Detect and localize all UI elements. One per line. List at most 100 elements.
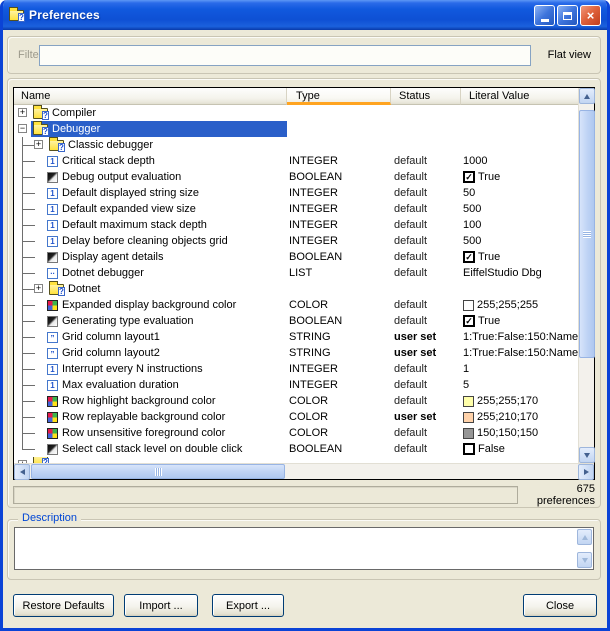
- type-icon: 1: [47, 364, 58, 375]
- row-label[interactable]: Default maximum stack depth: [62, 219, 207, 231]
- row-label[interactable]: Row highlight background color: [62, 395, 215, 407]
- row-label[interactable]: Grid column layout1: [62, 331, 160, 343]
- color-swatch: [463, 300, 474, 311]
- value-checkbox[interactable]: ✓: [463, 171, 475, 183]
- row-label[interactable]: Dotnet: [68, 283, 100, 295]
- cell-type: LIST: [287, 265, 391, 281]
- description-scroll-up-button[interactable]: [577, 529, 592, 545]
- tree-expander[interactable]: +: [34, 140, 43, 149]
- table-row[interactable]: Generating type evaluation BOOLEAN defau…: [14, 313, 578, 329]
- table-row[interactable]: + ? Dotnet: [14, 281, 578, 297]
- vertical-scrollbar[interactable]: [578, 88, 594, 463]
- value-checkbox[interactable]: [463, 443, 475, 455]
- table-row[interactable]: Row replayable background color COLOR us…: [14, 409, 578, 425]
- table-row[interactable]: Row highlight background color COLOR def…: [14, 393, 578, 409]
- row-label[interactable]: Debug output evaluation: [62, 171, 181, 183]
- description-scroll-down-button[interactable]: [577, 552, 592, 568]
- scroll-down-button[interactable]: [579, 447, 595, 463]
- vertical-scroll-thumb[interactable]: [579, 110, 595, 358]
- table-row[interactable]: 1 Default maximum stack depth INTEGER de…: [14, 217, 578, 233]
- row-label[interactable]: Delay before cleaning objects grid: [62, 235, 228, 247]
- close-dialog-button[interactable]: Close: [523, 594, 597, 617]
- row-label[interactable]: Classic debugger: [68, 139, 153, 151]
- table-row[interactable]: Select call stack level on double click …: [14, 441, 578, 457]
- column-header-literal-value[interactable]: Literal Value: [461, 88, 578, 105]
- description-scrollbar[interactable]: [576, 528, 593, 569]
- value-checkbox[interactable]: ✓: [463, 251, 475, 263]
- table-row[interactable]: 1 Interrupt every N instructions INTEGER…: [14, 361, 578, 377]
- table-row[interactable]: 1 Default expanded view size INTEGER def…: [14, 201, 578, 217]
- vertical-scroll-track[interactable]: [579, 104, 594, 447]
- horizontal-scroll-thumb[interactable]: [31, 464, 285, 479]
- table-row[interactable]: .. Dotnet debugger LIST default EiffelSt…: [14, 265, 578, 281]
- row-label[interactable]: Default displayed string size: [62, 187, 199, 199]
- scroll-left-button[interactable]: [14, 464, 30, 480]
- row-label[interactable]: Debugger: [52, 123, 100, 135]
- column-header-status[interactable]: Status: [391, 88, 461, 105]
- row-label[interactable]: Expanded display background color: [62, 299, 236, 311]
- grid-body: + ? Compiler − ? Debugger + ? Classic de…: [14, 105, 578, 463]
- column-header-type[interactable]: Type: [287, 88, 391, 105]
- row-label[interactable]: Dotnet debugger: [62, 267, 144, 279]
- table-row[interactable]: Debug output evaluation BOOLEAN default …: [14, 169, 578, 185]
- tree-expander[interactable]: +: [18, 108, 27, 117]
- row-main: 1 Interrupt every N instructions: [45, 361, 206, 377]
- row-main: ” Grid column layout1: [45, 329, 163, 345]
- table-row[interactable]: ” Grid column layout1 STRING user set 1:…: [14, 329, 578, 345]
- row-label[interactable]: Grid column layout2: [62, 347, 160, 359]
- scroll-up-button[interactable]: [579, 88, 595, 104]
- row-label[interactable]: Critical stack depth: [62, 155, 155, 167]
- description-textarea[interactable]: [14, 527, 594, 570]
- type-icon: [47, 444, 58, 455]
- table-row[interactable]: Expanded display background color COLOR …: [14, 297, 578, 313]
- restore-defaults-button[interactable]: Restore Defaults: [13, 594, 114, 617]
- value-text: 5: [463, 379, 469, 391]
- table-row[interactable]: − ? Debugger: [14, 121, 578, 137]
- import-button[interactable]: Import ...: [124, 594, 198, 617]
- table-row[interactable]: Display agent details BOOLEAN default ✓T…: [14, 249, 578, 265]
- cell-status: user set: [391, 329, 461, 345]
- tree-expander[interactable]: −: [18, 124, 27, 133]
- name-cell: 1 Default expanded view size: [14, 201, 287, 217]
- row-label[interactable]: Default expanded view size: [62, 203, 196, 215]
- type-icon: [47, 172, 58, 183]
- row-label[interactable]: Generating type evaluation: [62, 315, 193, 327]
- table-row[interactable]: 1 Default displayed string size INTEGER …: [14, 185, 578, 201]
- cell-status: default: [391, 377, 461, 393]
- row-label[interactable]: Display agent details: [62, 251, 164, 263]
- table-row[interactable]: ” Grid column layout2 STRING user set 1:…: [14, 345, 578, 361]
- table-row[interactable]: Row unsensitive foreground color COLOR d…: [14, 425, 578, 441]
- export-button[interactable]: Export ...: [212, 594, 284, 617]
- horizontal-scroll-track[interactable]: [30, 464, 578, 479]
- horizontal-scrollbar[interactable]: [14, 463, 594, 479]
- row-label[interactable]: Row replayable background color: [62, 411, 225, 423]
- cell-status: default: [391, 265, 461, 281]
- table-row[interactable]: 1 Delay before cleaning objects grid INT…: [14, 233, 578, 249]
- type-icon: 1: [47, 236, 58, 247]
- flat-view-button[interactable]: Flat view: [548, 49, 591, 61]
- type-icon: [47, 428, 58, 439]
- value-text: True: [478, 171, 500, 183]
- column-header-name[interactable]: Name: [14, 88, 287, 105]
- close-button[interactable]: ×: [580, 5, 601, 26]
- tree-expander[interactable]: +: [18, 460, 27, 463]
- type-icon: ?: [33, 108, 48, 119]
- row-label[interactable]: Interrupt every N instructions: [62, 363, 203, 375]
- type-icon: 1: [47, 380, 58, 391]
- value-checkbox[interactable]: ✓: [463, 315, 475, 327]
- maximize-button[interactable]: [557, 5, 578, 26]
- table-row[interactable]: + ? Compiler: [14, 105, 578, 121]
- cell-value: [461, 121, 578, 137]
- table-row[interactable]: 1 Max evaluation duration INTEGER defaul…: [14, 377, 578, 393]
- minimize-button[interactable]: [534, 5, 555, 26]
- table-row[interactable]: 1 Critical stack depth INTEGER default 1…: [14, 153, 578, 169]
- tree-expander[interactable]: +: [34, 284, 43, 293]
- titlebar[interactable]: ? Preferences ×: [3, 0, 607, 30]
- table-row[interactable]: + ? Classic debugger: [14, 137, 578, 153]
- filter-input[interactable]: [39, 45, 531, 66]
- row-label[interactable]: Max evaluation duration: [62, 379, 179, 391]
- row-label[interactable]: Select call stack level on double click: [62, 443, 242, 455]
- row-label[interactable]: Compiler: [52, 107, 96, 119]
- row-label[interactable]: Row unsensitive foreground color: [62, 427, 225, 439]
- scroll-right-button[interactable]: [578, 464, 594, 480]
